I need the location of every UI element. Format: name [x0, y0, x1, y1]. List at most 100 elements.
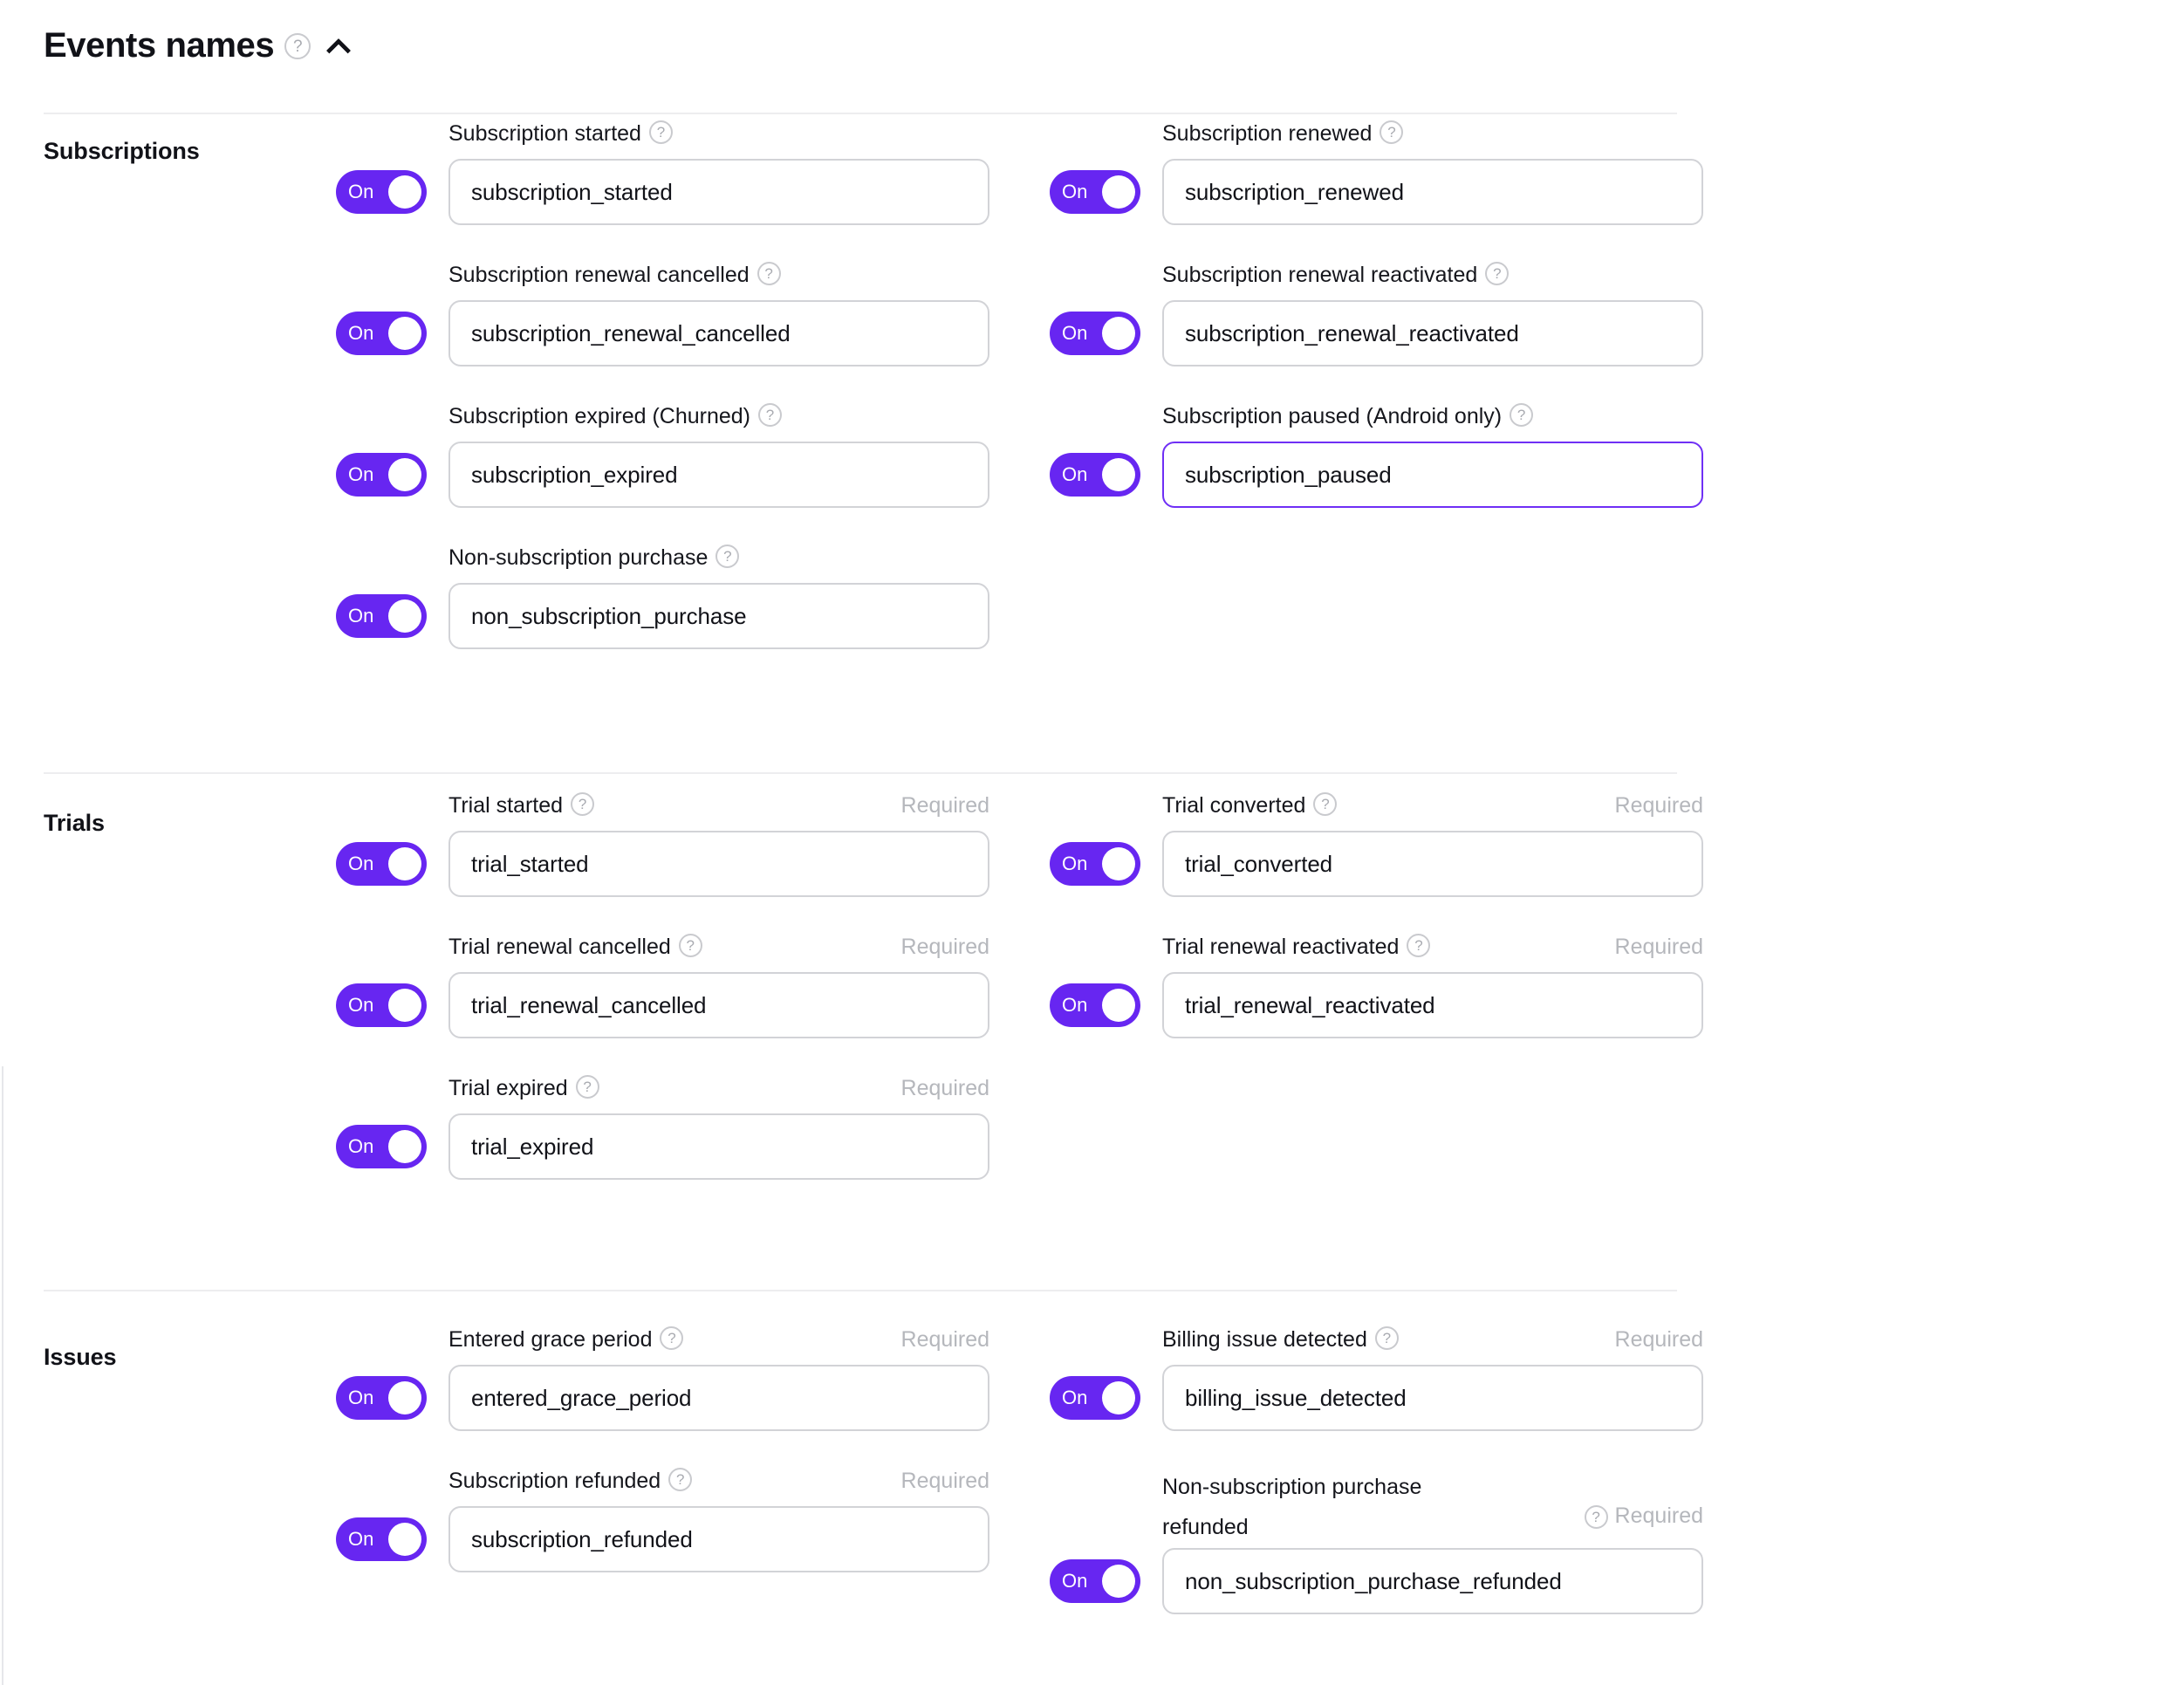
toggle-switch[interactable]: On: [1050, 842, 1140, 886]
toggle-state-label: On: [348, 1528, 374, 1550]
toggle-state-label: On: [348, 1387, 374, 1408]
field-subscription-renewal-cancelled: Subscription renewal cancelled? subscript…: [448, 261, 989, 366]
toggle-switch[interactable]: On: [1050, 170, 1140, 214]
field-subscription-renewed: Subscription renewed? subscription_renewe…: [1162, 120, 1703, 225]
field-label: Trial converted: [1162, 793, 1306, 818]
event-name-input[interactable]: non_subscription_purchase: [448, 583, 989, 649]
toggle-knob: [1102, 1381, 1135, 1414]
toggle-switch[interactable]: On: [336, 1376, 427, 1420]
field-billing-issue-detected: Billing issue detected? Required billing_i…: [1162, 1325, 1703, 1431]
toggle-knob: [1102, 317, 1135, 350]
event-name-input[interactable]: entered_grace_period: [448, 1365, 989, 1431]
field-label-row: Billing issue detected? Required: [1162, 1325, 1703, 1357]
event-name-input[interactable]: subscription_renewal_reactivated: [1162, 300, 1703, 366]
divider-1: [44, 772, 1677, 774]
field-label-group: Subscription renewed?: [1162, 120, 1404, 147]
chevron-up-icon[interactable]: [326, 34, 349, 57]
help-circle-icon[interactable]: ?: [571, 792, 595, 816]
help-circle-icon[interactable]: ?: [678, 934, 702, 957]
help-circle-icon[interactable]: ?: [715, 545, 740, 568]
event-name-input[interactable]: subscription_refunded: [448, 1506, 989, 1572]
event-name-input[interactable]: trial_renewal_cancelled: [448, 972, 989, 1038]
toggle-knob: [388, 1523, 421, 1556]
toggle-switch[interactable]: On: [1050, 983, 1140, 1027]
event-name-input[interactable]: subscription_renewed: [1162, 159, 1703, 225]
field-label: Trial renewal cancelled: [448, 935, 671, 959]
required-group: Required: [901, 791, 989, 819]
required-badge: Required: [1614, 1327, 1703, 1352]
field-label-row: Trial expired? Required: [448, 1074, 989, 1106]
field-label-row: Subscription expired (Churned)?: [448, 402, 989, 434]
field-trial-expired: Trial expired? Required trial_expired: [448, 1074, 989, 1180]
event-name-input[interactable]: trial_started: [448, 831, 989, 897]
field-label-row: Non-subscription purchase?: [448, 544, 989, 575]
toggle-switch[interactable]: On: [1050, 453, 1140, 497]
field-label-group: Trial converted?: [1162, 791, 1338, 819]
toggle-switch[interactable]: On: [336, 312, 427, 355]
field-label-row: Subscription paused (Android only)?: [1162, 402, 1703, 434]
toggle-state-label: On: [1062, 463, 1088, 485]
event-name-input[interactable]: subscription_started: [448, 159, 989, 225]
field-trial-renewal-cancelled: Trial renewal cancelled? Required trial_re…: [448, 933, 989, 1038]
help-circle-icon[interactable]: ?: [1407, 934, 1431, 957]
field-label: Trial expired: [448, 1076, 568, 1100]
event-name-input[interactable]: non_subscription_purchase_refunded: [1162, 1548, 1703, 1614]
toggle-state-label: On: [348, 994, 374, 1016]
help-circle-icon[interactable]: ?: [1510, 403, 1534, 427]
event-name-input[interactable]: billing_issue_detected: [1162, 1365, 1703, 1431]
field-label: Billing issue detected: [1162, 1327, 1367, 1352]
toggle-switch[interactable]: On: [336, 594, 427, 638]
help-circle-icon[interactable]: ?: [1380, 120, 1404, 144]
field-label: Subscription expired (Churned): [448, 404, 751, 428]
field-label-group: Subscription paused (Android only)?: [1162, 402, 1534, 430]
events-names-settings-panel: Events names ? Subscriptions Subscription…: [0, 0, 2184, 1685]
help-circle-icon[interactable]: ?: [757, 262, 781, 285]
toggle-switch[interactable]: On: [336, 983, 427, 1027]
toggle-switch[interactable]: On: [1050, 312, 1140, 355]
toggle-switch[interactable]: On: [336, 1125, 427, 1168]
toggle-switch[interactable]: On: [1050, 1376, 1140, 1420]
toggle-switch[interactable]: On: [336, 1517, 427, 1561]
field-subscription-renewal-reactivated: Subscription renewal reactivated? subscri…: [1162, 261, 1703, 366]
toggle-state-label: On: [348, 322, 374, 344]
toggle-knob: [388, 989, 421, 1022]
help-circle-icon[interactable]: ?: [1485, 262, 1510, 285]
event-name-input[interactable]: trial_renewal_reactivated: [1162, 972, 1703, 1038]
help-circle-icon[interactable]: ?: [668, 1468, 693, 1491]
field-label-row: Trial converted? Required: [1162, 791, 1703, 823]
required-badge: Required: [1614, 793, 1703, 818]
event-name-input[interactable]: trial_converted: [1162, 831, 1703, 897]
toggle-switch[interactable]: On: [336, 170, 427, 214]
help-circle-icon[interactable]: ?: [660, 1326, 684, 1350]
field-label-row: Subscription started?: [448, 120, 989, 151]
help-circle-icon[interactable]: ?: [1374, 1326, 1399, 1350]
field-label-row: Trial renewal cancelled? Required: [448, 933, 989, 964]
field-label: Trial started: [448, 793, 564, 818]
required-badge: Required: [900, 935, 989, 959]
field-label-group: Trial renewal cancelled?: [448, 933, 702, 961]
toggle-switch[interactable]: On: [336, 453, 427, 497]
field-subscription-started: Subscription started? subscription_starte…: [448, 120, 989, 225]
toggle-knob: [388, 599, 421, 633]
toggle-knob: [1102, 989, 1135, 1022]
field-label-row: Trial started? Required: [448, 791, 989, 823]
required-group: Required: [901, 1074, 989, 1102]
required-group: Required: [901, 1467, 989, 1495]
event-name-input[interactable]: subscription_paused: [1162, 442, 1703, 508]
events-names-header[interactable]: Events names ?: [44, 24, 349, 66]
toggle-switch[interactable]: On: [336, 842, 427, 886]
help-circle-icon[interactable]: ?: [648, 120, 673, 144]
help-circle-icon[interactable]: ?: [758, 403, 783, 427]
event-name-input[interactable]: subscription_renewal_cancelled: [448, 300, 989, 366]
field-label-row: Non-subscription purchase refunded? Requi…: [1162, 1467, 1703, 1540]
help-circle-icon[interactable]: ?: [284, 33, 312, 59]
field-label-row: Subscription refunded? Required: [448, 1467, 989, 1498]
event-name-input[interactable]: subscription_expired: [448, 442, 989, 508]
help-circle-icon[interactable]: ?: [1313, 792, 1338, 816]
toggle-state-label: On: [1062, 1387, 1088, 1408]
help-circle-icon[interactable]: ?: [1584, 1504, 1608, 1529]
help-circle-icon[interactable]: ?: [575, 1075, 599, 1099]
field-label: Trial renewal reactivated: [1162, 935, 1400, 959]
toggle-switch[interactable]: On: [1050, 1559, 1140, 1603]
event-name-input[interactable]: trial_expired: [448, 1113, 989, 1180]
